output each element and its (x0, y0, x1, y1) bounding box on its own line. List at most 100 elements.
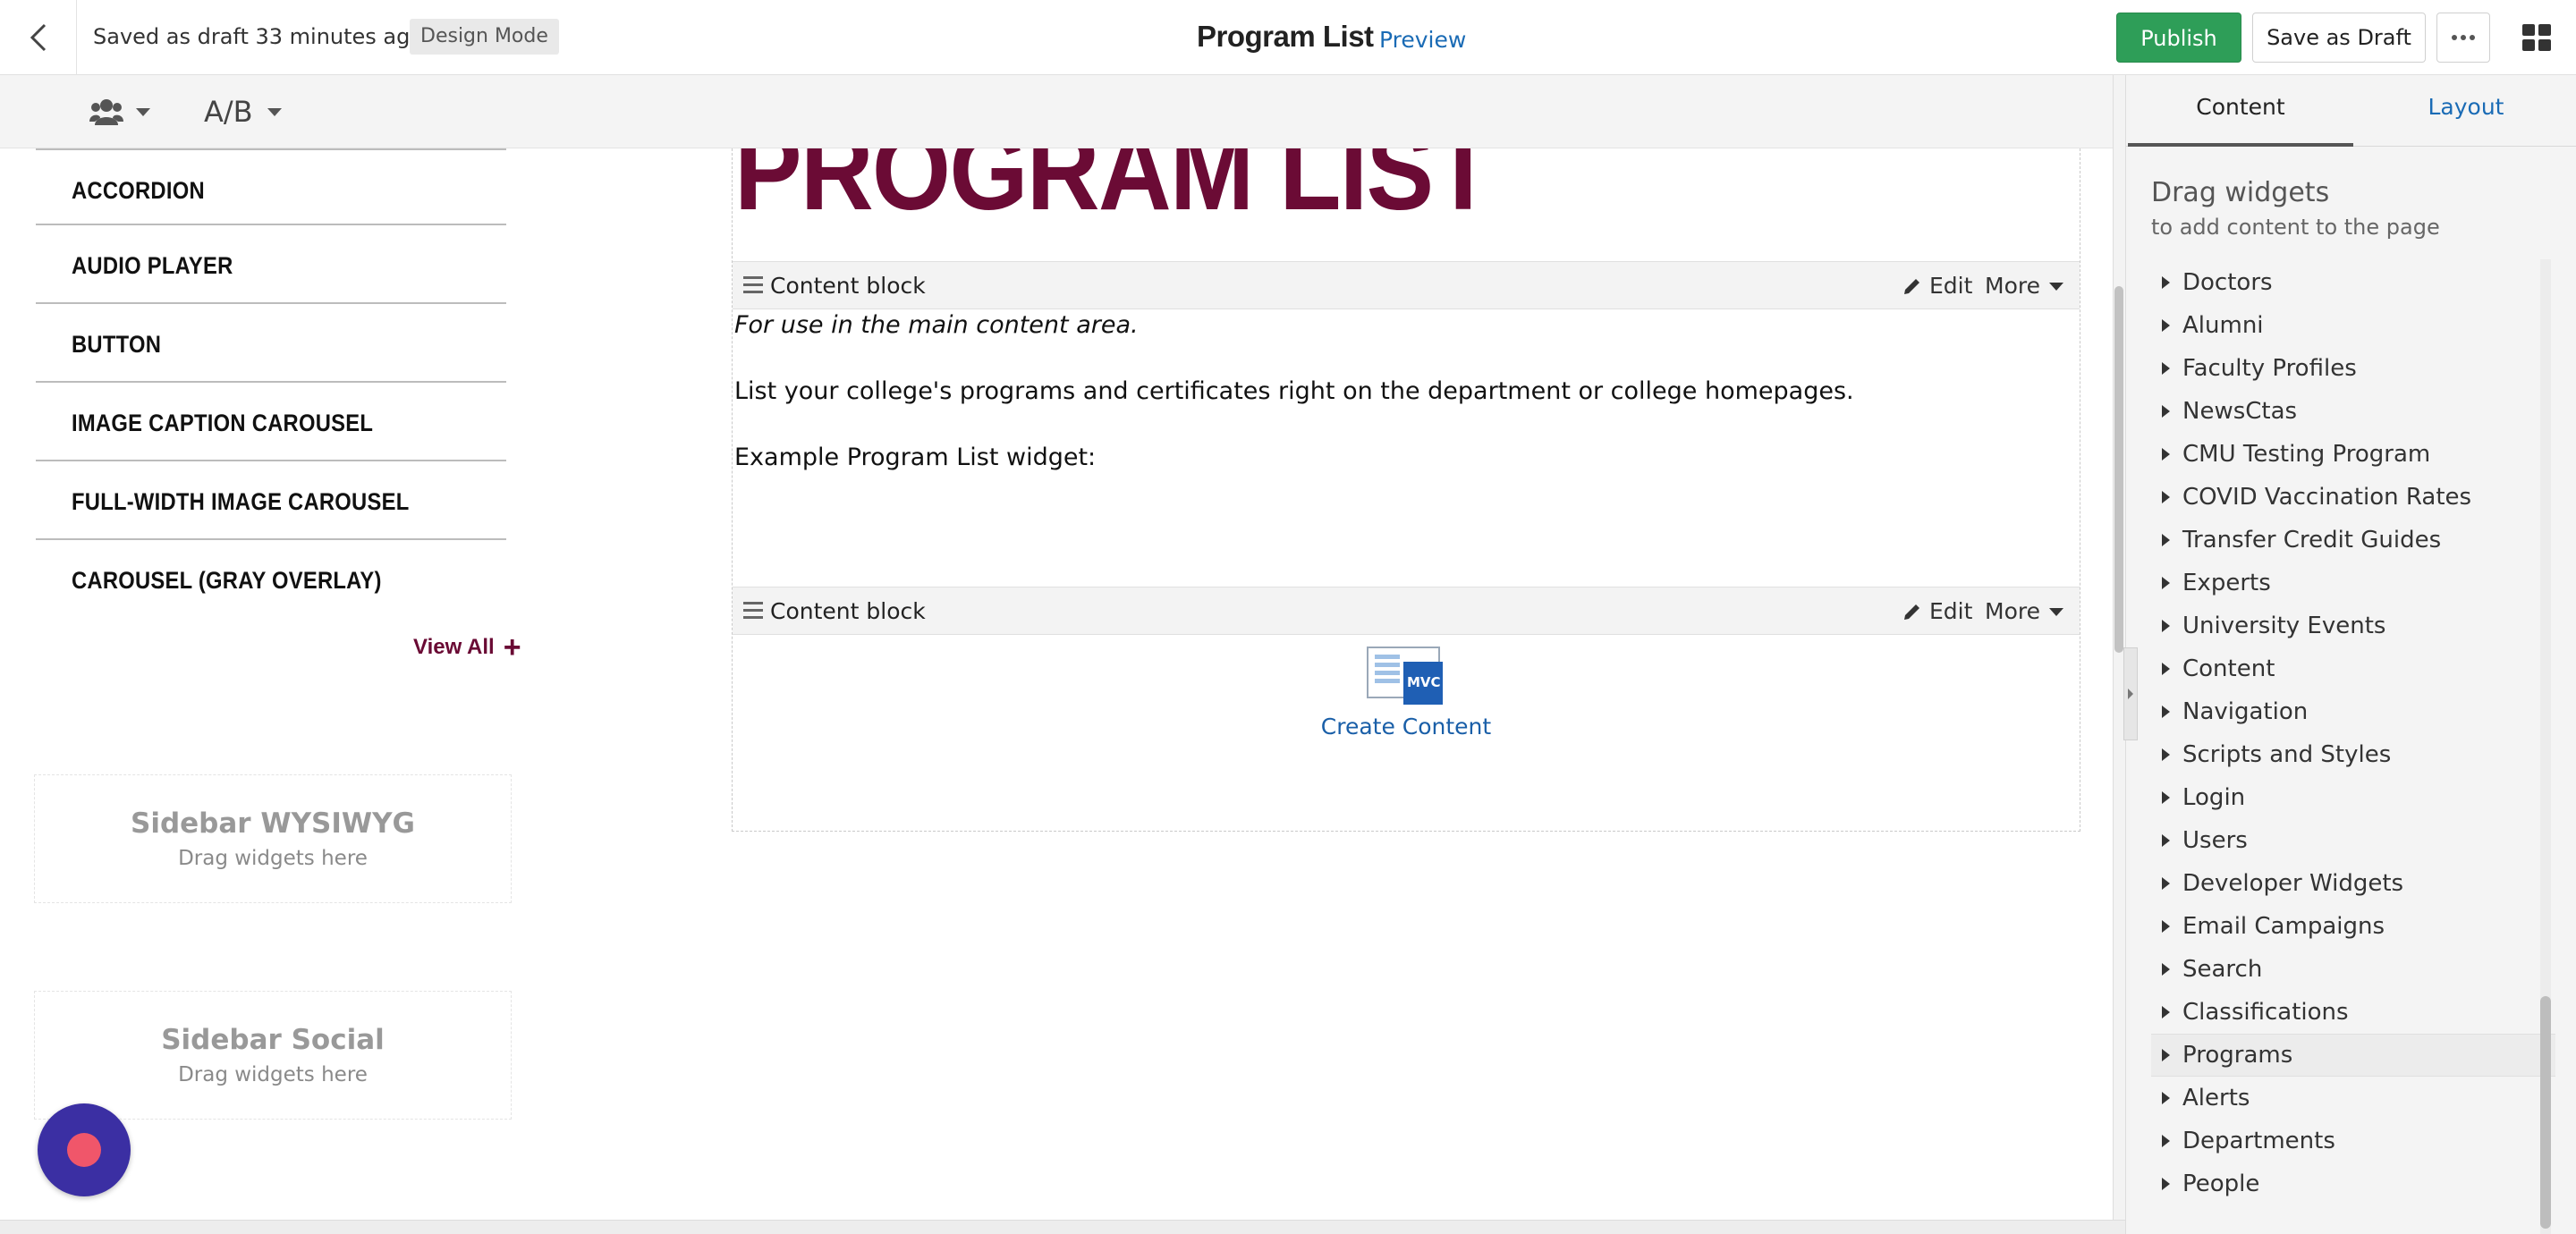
widget-category-item[interactable]: Login (2151, 776, 2555, 819)
nav-item-label: BUTTON (72, 331, 162, 358)
design-mode-badge[interactable]: Design Mode (410, 19, 559, 55)
apps-menu-button[interactable] (2515, 18, 2558, 57)
edit-label: Edit (1929, 273, 1973, 299)
edit-button[interactable]: Edit (1902, 596, 1972, 627)
widget-category-item[interactable]: COVID Vaccination Rates (2151, 476, 2555, 519)
widget-category-label: Content (2182, 655, 2275, 682)
caret-right-icon (2162, 405, 2170, 418)
content-block-header[interactable]: Content block Edit More (733, 261, 2080, 309)
widget-category-item[interactable]: Navigation (2151, 690, 2555, 733)
nav-item-label: CAROUSEL (GRAY OVERLAY) (72, 567, 382, 594)
caret-right-icon (2162, 1092, 2170, 1104)
mvc-widget-icon: MVC (1366, 646, 1446, 708)
widget-category-item[interactable]: NewsCtas (2151, 390, 2555, 433)
create-content-link[interactable]: Create Content (733, 714, 2080, 740)
widget-category-label: NewsCtas (2182, 398, 2298, 425)
back-button[interactable] (0, 0, 77, 75)
widget-category-label: Faculty Profiles (2182, 355, 2357, 382)
drag-handle-icon[interactable] (743, 276, 763, 294)
widget-category-item[interactable]: Transfer Credit Guides (2151, 519, 2555, 562)
panel-collapse-toggle[interactable] (2123, 647, 2138, 740)
caret-right-icon (2162, 276, 2170, 289)
widget-category-label: Users (2182, 827, 2248, 854)
widget-category-item[interactable]: Departments (2151, 1120, 2555, 1162)
ab-label: A/B (204, 95, 253, 129)
widget-category-item[interactable]: CMU Testing Program (2151, 433, 2555, 476)
preview-link[interactable]: Preview (1379, 25, 1466, 55)
design-toolbar: A/B (0, 75, 2125, 148)
edit-button[interactable]: Edit (1902, 271, 1972, 301)
tab-content[interactable]: Content (2128, 75, 2353, 147)
create-content-area[interactable]: MVC Create Content (733, 646, 2080, 740)
content-block-header[interactable]: Content block Edit More (733, 587, 2080, 635)
page-title: Program List (1197, 20, 1374, 53)
widget-category-label: COVID Vaccination Rates (2182, 484, 2472, 511)
widget-category-item[interactable]: Doctors (2151, 261, 2555, 304)
drag-handle-icon[interactable] (743, 602, 763, 620)
widget-category-item[interactable]: Content (2151, 647, 2555, 690)
widget-category-item[interactable]: Users (2151, 819, 2555, 862)
widget-category-item[interactable]: Alerts (2151, 1077, 2555, 1120)
content-block-label: Content block (770, 598, 926, 624)
view-all-link[interactable]: View All + (413, 632, 521, 663)
caret-right-icon (2128, 689, 2133, 699)
content-block-body[interactable]: For use in the main content area. List y… (734, 309, 1854, 508)
ab-test-selector[interactable]: A/B (204, 91, 282, 132)
publish-button[interactable]: Publish (2116, 13, 2241, 63)
nav-item-button[interactable]: BUTTON (36, 304, 506, 383)
panel-scrollbar-thumb[interactable] (2540, 996, 2551, 1229)
tab-layout[interactable]: Layout (2355, 75, 2576, 147)
nav-item-label: FULL-WIDTH IMAGE CAROUSEL (72, 488, 410, 515)
dropzone-title: Sidebar WYSIWYG (131, 807, 415, 840)
nav-item-image-caption-carousel[interactable]: IMAGE CAPTION CAROUSEL (36, 383, 506, 461)
body-line: For use in the main content area. (734, 311, 1139, 339)
caret-right-icon (2162, 1178, 2170, 1190)
nav-item-full-width-image-carousel[interactable]: FULL-WIDTH IMAGE CAROUSEL (36, 461, 506, 540)
save-as-draft-button[interactable]: Save as Draft (2252, 13, 2426, 63)
widget-category-item[interactable]: University Events (2151, 604, 2555, 647)
more-dropdown[interactable]: More (1985, 596, 2063, 627)
widgets-panel: Content Layout Drag widgets to add conte… (2125, 75, 2576, 1234)
nav-item-audio-player[interactable]: AUDIO PLAYER (36, 225, 506, 304)
more-actions-button[interactable] (2436, 13, 2490, 63)
widget-category-item[interactable]: Faculty Profiles (2151, 347, 2555, 390)
widget-category-item[interactable]: People (2151, 1162, 2555, 1205)
widget-category-item[interactable]: Email Campaigns (2151, 905, 2555, 948)
widget-category-label: Alumni (2182, 312, 2264, 339)
widget-category-item[interactable]: Developer Widgets (2151, 862, 2555, 905)
widget-category-label: Programs (2182, 1042, 2293, 1069)
chevron-left-icon (30, 23, 46, 52)
persona-selector[interactable] (89, 93, 150, 131)
caret-down-icon (2048, 607, 2063, 616)
sidebar-social-dropzone[interactable]: Sidebar Social Drag widgets here (34, 991, 512, 1120)
saved-status: Saved as draft 33 minutes ago (93, 24, 424, 49)
widget-category-label: Developer Widgets (2182, 870, 2404, 897)
sidebar-wysiwyg-dropzone[interactable]: Sidebar WYSIWYG Drag widgets here (34, 774, 512, 903)
widget-category-label: Experts (2182, 570, 2271, 596)
canvas-horizontal-scrollbar[interactable] (0, 1220, 2125, 1234)
body-line: Example Program List widget: (734, 444, 1097, 471)
main-content-zone: PROGRAM LIST Content block Edit More For… (732, 148, 2080, 832)
widget-category-label: Search (2182, 956, 2263, 983)
caret-right-icon (2162, 1135, 2170, 1147)
content-block-label: Content block (770, 273, 926, 299)
widget-category-item[interactable]: Scripts and Styles (2151, 733, 2555, 776)
widget-category-item[interactable]: Experts (2151, 562, 2555, 604)
nav-item-label: IMAGE CAPTION CAROUSEL (72, 410, 374, 436)
caret-right-icon (2162, 663, 2170, 675)
widget-category-item[interactable]: Programs (2151, 1034, 2555, 1077)
caret-right-icon (2162, 620, 2170, 632)
widget-category-label: Scripts and Styles (2182, 741, 2392, 768)
widget-category-item[interactable]: Search (2151, 948, 2555, 991)
more-dropdown[interactable]: More (1985, 271, 2063, 301)
nav-item-accordion[interactable]: ACCORDION (36, 148, 506, 225)
widget-category-label: Navigation (2182, 698, 2309, 725)
widget-category-item[interactable]: Classifications (2151, 991, 2555, 1034)
record-dot-icon (67, 1133, 101, 1167)
nav-item-carousel-gray-overlay[interactable]: CAROUSEL (GRAY OVERLAY) (36, 540, 506, 619)
caret-right-icon (2162, 319, 2170, 332)
widget-category-item[interactable]: Alumni (2151, 304, 2555, 347)
canvas-scrollbar-thumb[interactable] (2114, 286, 2123, 653)
caret-right-icon (2162, 448, 2170, 461)
record-button[interactable] (38, 1103, 131, 1196)
